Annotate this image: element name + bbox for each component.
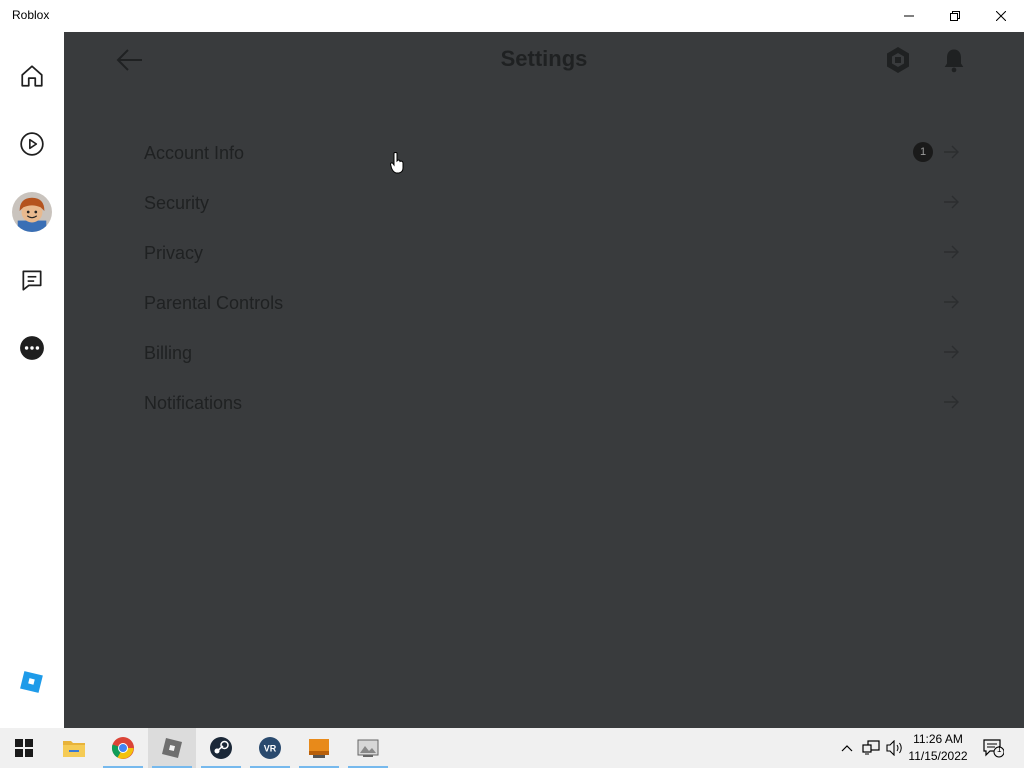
arrow-right-icon bbox=[944, 245, 959, 259]
close-button[interactable] bbox=[978, 0, 1024, 32]
taskbar-steam[interactable] bbox=[197, 728, 245, 768]
action-center-button[interactable]: 1 bbox=[978, 728, 1008, 768]
restore-icon bbox=[950, 11, 960, 21]
settings-list: Account Info 1 Security Privacy Parental… bbox=[144, 127, 959, 427]
settings-page: Settings Account Info 1 Security Privacy… bbox=[64, 32, 1024, 728]
sidebar-item-more[interactable] bbox=[12, 328, 52, 368]
minimize-icon bbox=[904, 15, 914, 17]
settings-item-parental-controls[interactable]: Parental Controls bbox=[144, 277, 959, 327]
notification-count: 1 bbox=[997, 745, 1002, 754]
network-icon bbox=[862, 740, 880, 755]
page-title: Settings bbox=[500, 46, 588, 71]
clock-time: 11:26 AM bbox=[913, 732, 963, 746]
settings-item-privacy[interactable]: Privacy bbox=[144, 227, 959, 277]
settings-item-label: Parental Controls bbox=[144, 293, 284, 313]
settings-item-billing[interactable]: Billing bbox=[144, 327, 959, 377]
more-icon bbox=[20, 336, 44, 360]
arrow-right-icon bbox=[944, 295, 959, 309]
svg-text:VR: VR bbox=[264, 744, 277, 754]
settings-item-label: Privacy bbox=[144, 243, 204, 263]
play-circle-icon bbox=[20, 132, 44, 156]
sidebar-item-home[interactable] bbox=[12, 56, 52, 96]
notifications-button[interactable] bbox=[940, 46, 968, 74]
taskbar-app[interactable] bbox=[344, 728, 392, 768]
network-button[interactable] bbox=[860, 728, 882, 768]
notification-badge: 1 bbox=[913, 142, 933, 162]
settings-item-label: Security bbox=[144, 193, 210, 213]
arrow-right-icon bbox=[944, 195, 959, 209]
orange-app-icon bbox=[309, 739, 329, 758]
title-bar: Roblox bbox=[0, 0, 1024, 32]
hand-cursor-icon bbox=[390, 152, 404, 174]
vr-icon: VR bbox=[259, 737, 281, 759]
avatar bbox=[12, 192, 52, 232]
roblox-icon bbox=[162, 738, 182, 758]
home-icon bbox=[21, 65, 43, 87]
settings-item-notifications[interactable]: Notifications bbox=[144, 377, 959, 427]
sidebar-item-discover[interactable] bbox=[12, 124, 52, 164]
settings-item-account-info[interactable]: Account Info 1 bbox=[144, 127, 959, 177]
settings-item-label: Billing bbox=[144, 343, 193, 363]
settings-item-label: Notifications bbox=[144, 393, 243, 413]
taskbar-clock[interactable]: 11:26 AM 11/15/2022 bbox=[900, 731, 976, 765]
steam-icon bbox=[210, 737, 232, 759]
image-app-icon bbox=[357, 739, 379, 757]
sidebar bbox=[0, 32, 64, 728]
arrow-right-icon bbox=[944, 395, 959, 409]
restore-button[interactable] bbox=[932, 0, 978, 32]
sidebar-item-chat[interactable] bbox=[12, 260, 52, 300]
sidebar-item-avatar[interactable] bbox=[12, 192, 52, 232]
robux-button[interactable] bbox=[882, 44, 914, 76]
roblox-logo[interactable] bbox=[12, 662, 52, 702]
roblox-logo-icon bbox=[20, 671, 43, 693]
chat-icon bbox=[22, 270, 42, 291]
taskbar-file-explorer[interactable] bbox=[50, 728, 98, 768]
bell-icon bbox=[944, 49, 964, 73]
folder-icon bbox=[63, 741, 85, 757]
start-button[interactable] bbox=[0, 728, 48, 768]
show-hidden-icons-button[interactable] bbox=[838, 728, 856, 768]
taskbar-vr[interactable]: VR bbox=[246, 728, 294, 768]
settings-item-label: Account Info bbox=[144, 143, 245, 163]
arrow-right-icon bbox=[944, 345, 959, 359]
chrome-icon bbox=[111, 737, 134, 759]
arrow-right-icon bbox=[944, 145, 959, 159]
taskbar-chrome[interactable] bbox=[99, 728, 147, 768]
taskbar: VR 11:26 AM 11/15/2022 1 bbox=[0, 728, 1024, 768]
taskbar-roblox[interactable] bbox=[148, 728, 196, 768]
robux-icon bbox=[887, 47, 909, 73]
window-title: Roblox bbox=[12, 8, 50, 22]
clock-date: 11/15/2022 bbox=[908, 749, 968, 763]
close-icon bbox=[996, 11, 1006, 21]
windows-icon bbox=[15, 739, 33, 757]
settings-item-security[interactable]: Security bbox=[144, 177, 959, 227]
chevron-up-icon bbox=[841, 745, 853, 752]
taskbar-folder-app[interactable] bbox=[295, 728, 343, 768]
minimize-button[interactable] bbox=[886, 0, 932, 32]
